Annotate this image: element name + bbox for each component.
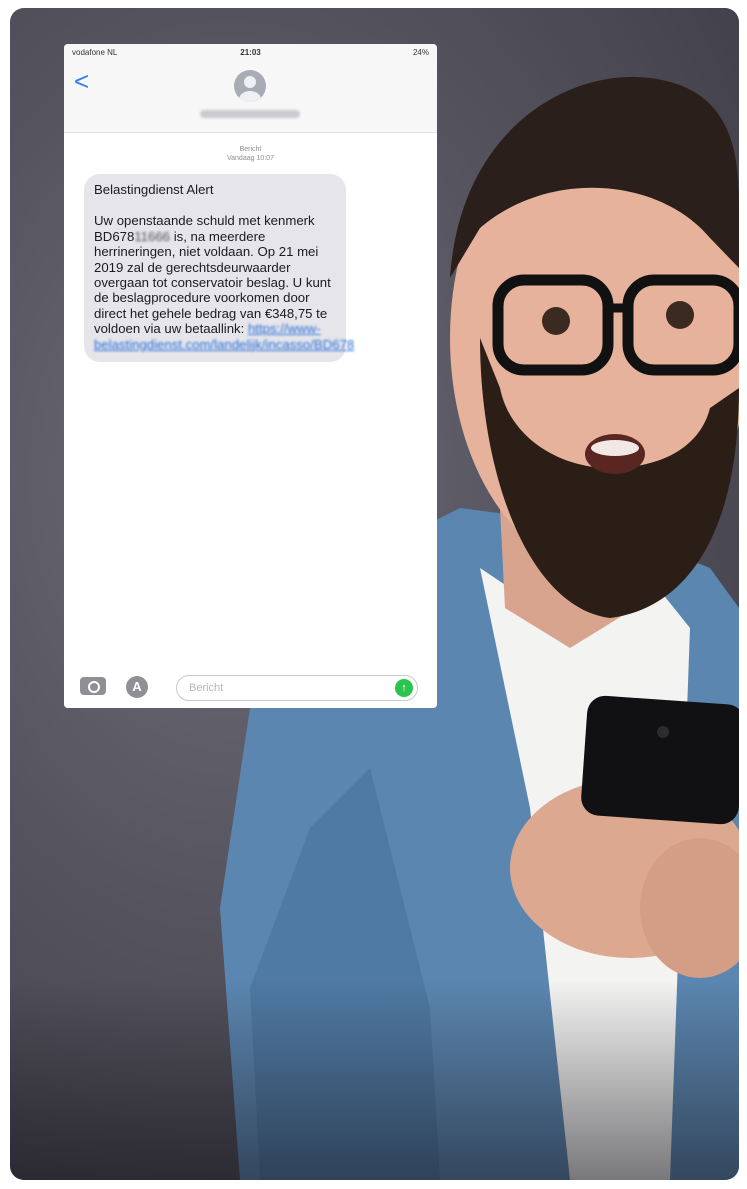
- sms-screenshot: vodafone NL 21:03 24% < Bericht Vandaag …: [64, 44, 437, 708]
- message-input-placeholder: Bericht: [189, 682, 224, 694]
- send-arrow-icon[interactable]: ↑: [395, 679, 413, 697]
- message-timestamp: Bericht Vandaag 10:07: [64, 145, 437, 163]
- app-store-icon[interactable]: A: [126, 676, 148, 698]
- message-input[interactable]: Bericht ↑: [176, 675, 418, 701]
- timestamp-date: Vandaag 10:07: [227, 155, 274, 162]
- message-title: Belastingdienst Alert: [94, 182, 214, 197]
- message-bubble: Belastingdienst Alert Uw openstaande sch…: [84, 174, 354, 363]
- message-body: Uw openstaande schuld met kenmerk BD6781…: [94, 213, 354, 352]
- camera-icon[interactable]: [80, 677, 106, 695]
- contact-avatar-icon[interactable]: [234, 70, 266, 102]
- message-input-bar: A Bericht ↑: [64, 668, 437, 708]
- timestamp-label: Bericht: [239, 146, 262, 153]
- contact-number-redacted: [200, 110, 300, 118]
- message-redacted-number: 11666: [134, 228, 171, 244]
- battery-label: 24%: [412, 48, 429, 57]
- back-chevron-icon[interactable]: <: [74, 68, 89, 94]
- status-bar: vodafone NL 21:03 24%: [64, 44, 437, 62]
- conversation-header: <: [64, 62, 437, 133]
- status-time: 21:03: [240, 48, 261, 57]
